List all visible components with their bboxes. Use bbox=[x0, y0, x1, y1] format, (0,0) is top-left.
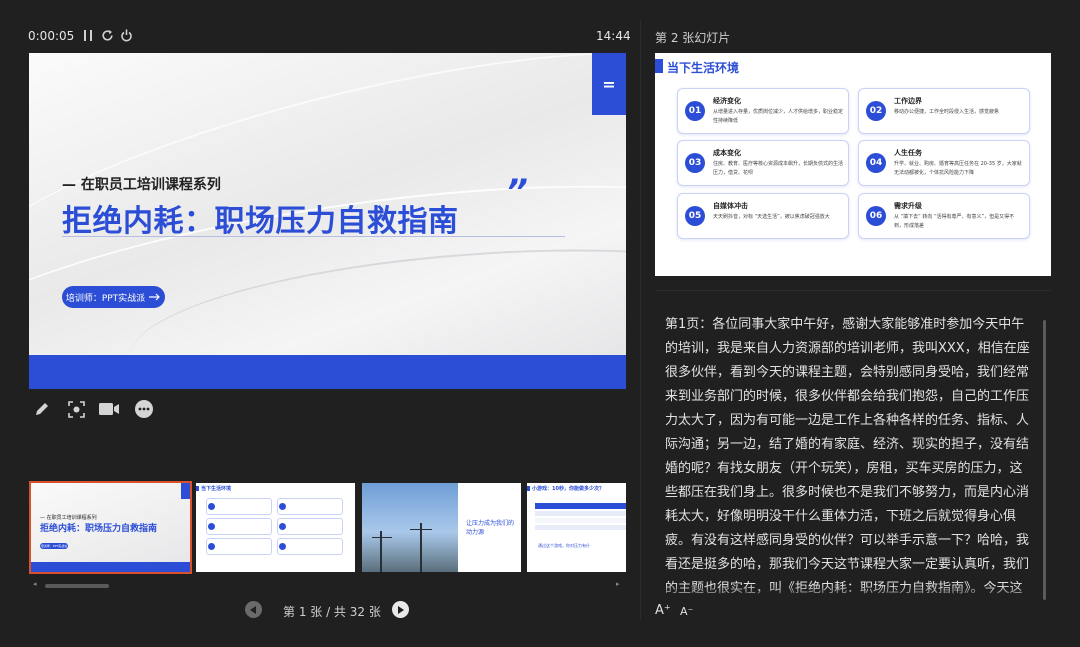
card-media: 05 自媒体冲击 天天刷抖音，对标 “天选生活”，被以焦虑破冠强放大 bbox=[677, 193, 849, 239]
card-title: 自媒体冲击 bbox=[713, 202, 748, 210]
card-number: 05 bbox=[685, 206, 705, 226]
card-needs: 06 需求升级 从 “填下去” 转向 “活得有尊严、有意义”，但是又得不到，形成… bbox=[858, 193, 1030, 239]
current-slide: = — 在职员工培训课程系列 拒绝内耗：职场压力自救指南 ” 培训师：PPT实战… bbox=[29, 53, 626, 389]
title-underline bbox=[62, 236, 565, 237]
notes-fade bbox=[655, 585, 1041, 603]
arrow-right-icon bbox=[149, 293, 161, 301]
prev-slide-button[interactable] bbox=[245, 601, 262, 618]
thumb-tag: 培训师：PPT实战派 bbox=[40, 543, 68, 549]
pause-icon[interactable] bbox=[80, 27, 96, 43]
card-number: 03 bbox=[685, 153, 705, 173]
card-desc: 升学、就业、购房、婚育等高压任务在 20-35 岁，大家就无法动都被化，个体抗风… bbox=[894, 161, 1022, 176]
font-decrease-button[interactable]: A⁻ bbox=[680, 605, 693, 618]
thumb-series: — 在职员工培训课程系列 bbox=[40, 515, 97, 521]
card-number: 06 bbox=[866, 206, 886, 226]
next-slide-button[interactable] bbox=[392, 601, 409, 618]
restart-icon[interactable] bbox=[99, 27, 115, 43]
pen-icon[interactable] bbox=[32, 400, 52, 418]
card-number: 01 bbox=[685, 101, 705, 121]
card-cost: 03 成本变化 住房、教育、医疗等核心资源成本飙升，长期负债式的生活压力，借贷、… bbox=[677, 140, 849, 186]
more-icon[interactable] bbox=[134, 400, 154, 418]
card-desc: 住房、教育、医疗等核心资源成本飙升，长期负债式的生活压力，借贷、花呗 bbox=[713, 161, 844, 176]
quote-mark: ” bbox=[506, 172, 528, 212]
card-number: 02 bbox=[866, 101, 886, 121]
card-desc: 从 “填下去” 转向 “活得有尊严、有意义”，但是又得不到，形成落差 bbox=[894, 214, 1015, 229]
notes-scrollbar[interactable] bbox=[1043, 320, 1046, 600]
caret-right-icon bbox=[398, 605, 404, 614]
card-number: 04 bbox=[866, 153, 886, 173]
slide-title: 拒绝内耗：职场压力自救指南 bbox=[62, 204, 459, 239]
focus-icon[interactable] bbox=[66, 400, 86, 418]
card-desc: 移动办公便捷，工作全时段侵入生活，感觉疲惫 bbox=[894, 109, 1000, 115]
card-title: 经济变化 bbox=[713, 97, 741, 105]
card-title: 人生任务 bbox=[894, 149, 922, 157]
card-desc: 从增量进入存量，优质岗位减少，人才供给增多，职业稳定性持续降低 bbox=[713, 109, 844, 124]
card-life-tasks: 04 人生任务 升学、就业、购房、婚育等高压任务在 20-35 岁，大家就无法动… bbox=[858, 140, 1030, 186]
next-slide-preview[interactable]: 当下生活环境 01 经济变化 从增量进入存量，优质岗位减少，人才供给增多，职业稳… bbox=[655, 53, 1051, 276]
thumbnail-slide-1[interactable]: — 在职员工培训课程系列 拒绝内耗：职场压力自救指南 培训师：PPT实战派 bbox=[29, 481, 192, 574]
card-title: 成本变化 bbox=[713, 149, 741, 157]
card-title: 需求升级 bbox=[894, 202, 922, 210]
thumb-title: 当下生活环境 bbox=[201, 486, 232, 492]
font-increase-button[interactable]: A⁺ bbox=[655, 603, 671, 618]
elapsed-timer: 0:00:05 bbox=[28, 29, 75, 43]
speaker-notes[interactable]: 第1页：各位同事大家中午好，感谢大家能够准时参加今天中午的培训，我是来自人力资源… bbox=[665, 313, 1031, 600]
thumb-title: 小游戏：10秒，你能做多少次？ bbox=[532, 486, 604, 492]
trainer-badge: 培训师：PPT实战派 bbox=[62, 286, 165, 308]
clock: 14:44 bbox=[596, 29, 631, 43]
scroll-right-icon[interactable]: ▸ bbox=[616, 580, 620, 588]
thumbnail-slide-4[interactable]: 小游戏：10秒，你能做多少次？ 通过这个游戏，你对压力有什 bbox=[527, 483, 626, 572]
preview-title: 当下生活环境 bbox=[667, 61, 740, 75]
thumbnail-slide-2[interactable]: 当下生活环境 bbox=[196, 483, 355, 572]
thumbnail-scrollbar[interactable] bbox=[45, 584, 109, 588]
preview-notes-divider bbox=[655, 290, 1051, 291]
thumb-caption: 通过这个游戏，你对压力有什 bbox=[538, 543, 590, 548]
trainer-label: 培训师：PPT实战派 bbox=[65, 293, 146, 304]
caret-left-icon bbox=[250, 605, 256, 614]
next-slide-title: 第 2 张幻灯片 bbox=[655, 31, 731, 45]
card-title: 工作边界 bbox=[894, 97, 922, 105]
slide-bottom-band bbox=[29, 355, 626, 389]
thumb-caption: 让压力成为我们的动力源 bbox=[466, 520, 515, 536]
camera-icon[interactable] bbox=[99, 400, 119, 418]
power-icon[interactable] bbox=[118, 27, 134, 43]
card-work-boundary: 02 工作边界 移动办公便捷，工作全时段侵入生活，感觉疲惫 bbox=[858, 88, 1030, 134]
slide-corner-tab: = bbox=[592, 53, 626, 115]
card-desc: 天天刷抖音，对标 “天选生活”，被以焦虑破冠强放大 bbox=[713, 214, 830, 220]
slide-series-label: — 在职员工培训课程系列 bbox=[62, 177, 221, 193]
thumb-title: 拒绝内耗：职场压力自救指南 bbox=[40, 524, 158, 534]
thumbnail-slide-3[interactable]: 让压力成为我们的动力源 bbox=[362, 483, 521, 572]
card-economy: 01 经济变化 从增量进入存量，优质岗位减少，人才供给增多，职业稳定性持续降低 bbox=[677, 88, 849, 134]
slide-counter: 第 1 张 / 共 32 张 bbox=[283, 605, 381, 619]
panel-divider bbox=[640, 20, 641, 620]
title-accent-bar bbox=[655, 59, 663, 73]
scroll-left-icon[interactable]: ◂ bbox=[33, 580, 37, 588]
